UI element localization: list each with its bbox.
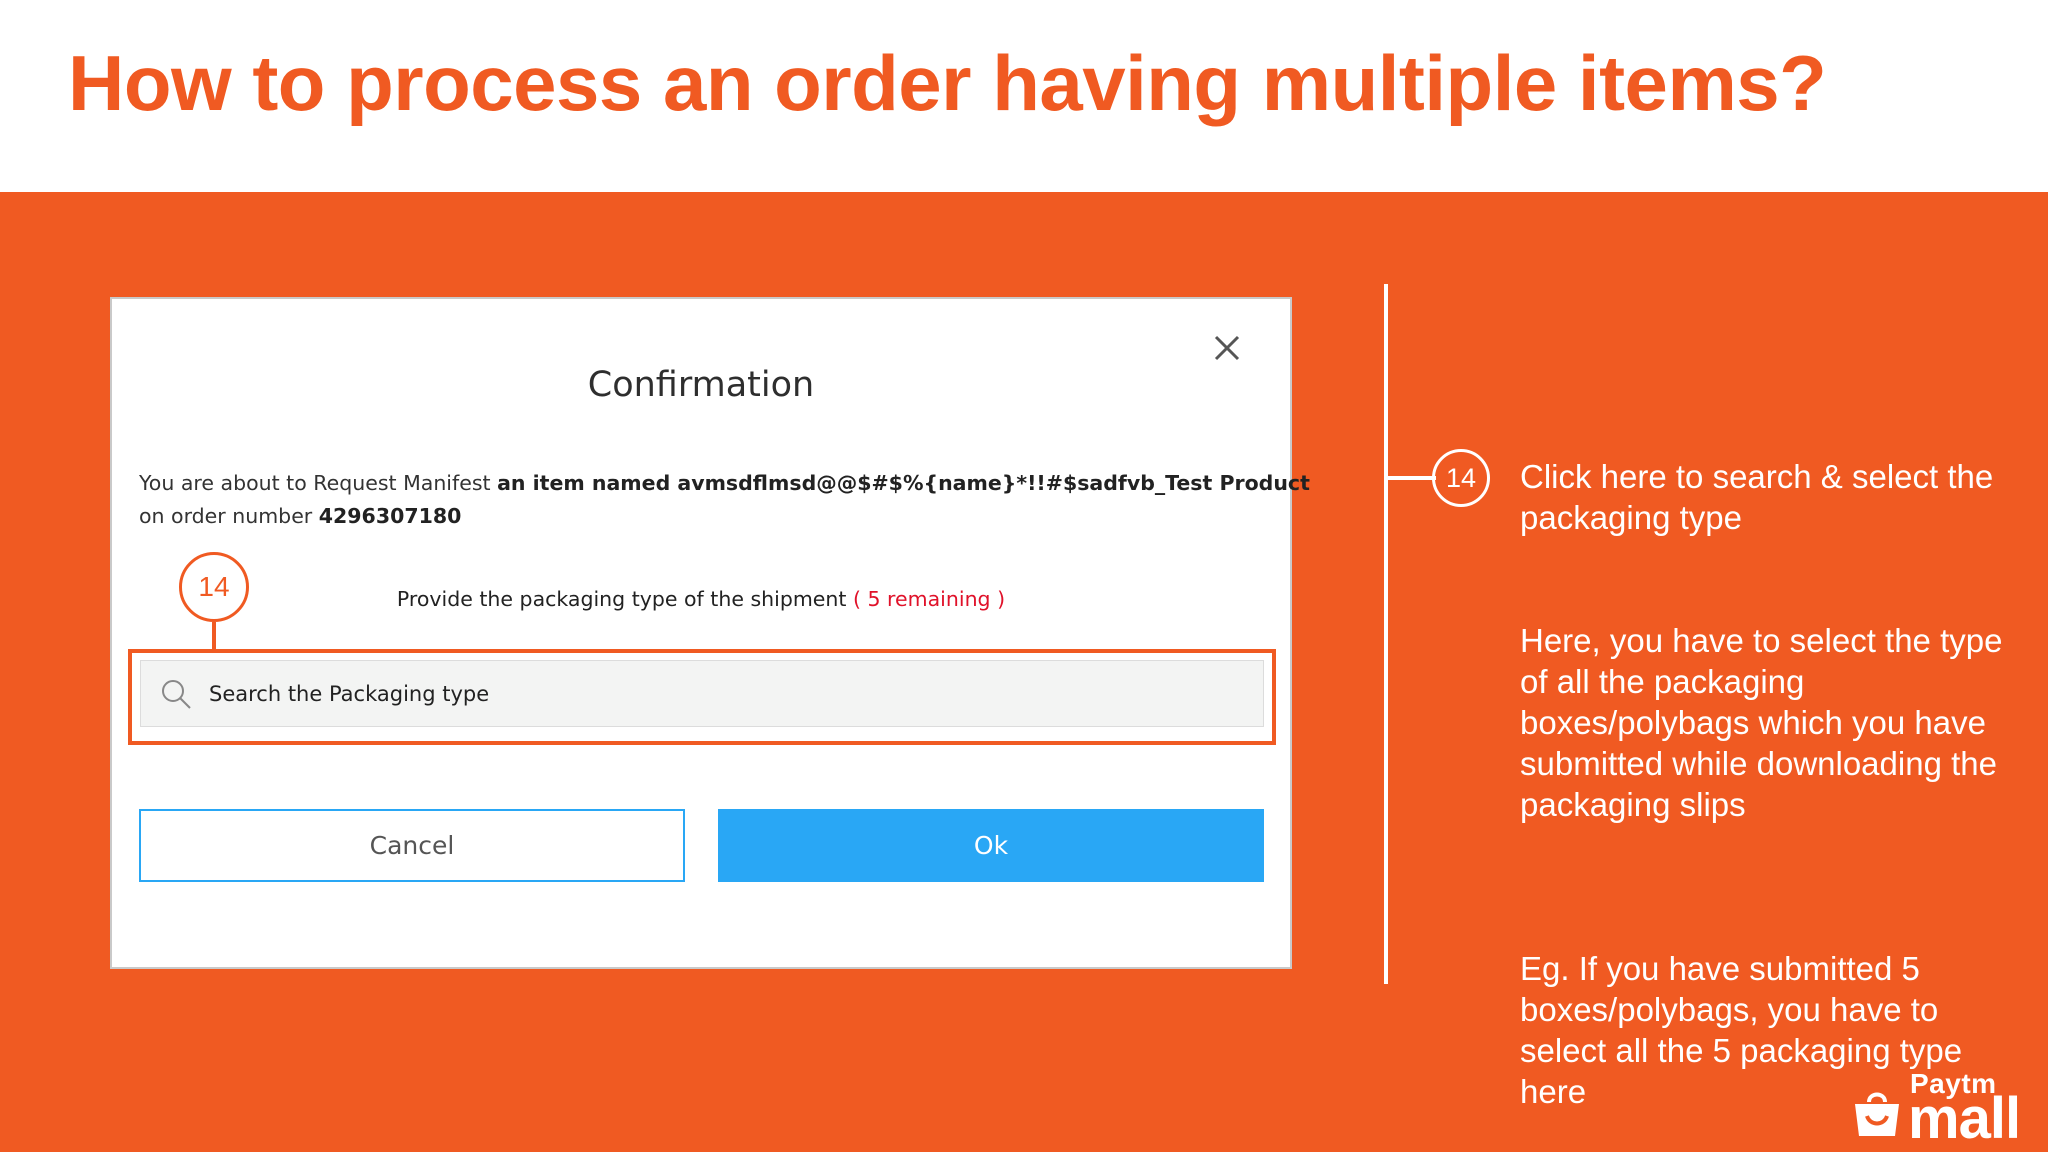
packaging-search-input[interactable]: Search the Packaging type [140,660,1264,727]
search-icon [162,679,191,709]
order-number: 4296307180 [318,504,462,528]
annotation-note-1: Click here to search & select the packag… [1520,458,1994,536]
callout-marker: 14 [179,552,249,622]
slide-title: How to process an order having multiple … [68,39,1827,127]
message-prefix: You are about to Request Manifest [139,471,498,495]
cancel-button[interactable]: Cancel [139,809,685,882]
dialog-message: You are about to Request Manifest an ite… [139,467,1310,533]
message-order-prefix: on order number [139,504,319,528]
logo-text-mall: mall [1908,1086,2021,1151]
message-item-name: an item named avmsdflmsd@@$#$%{name}*!!#… [497,471,1310,495]
remaining-count: ( 5 remaining ) [852,587,1006,611]
paytm-mall-logo: Paytm mall [1852,1068,2032,1148]
confirmation-dialog: Confirmation You are about to Request Ma… [110,297,1310,969]
annotation-vertical-line [1384,284,1388,984]
search-placeholder: Search the Packaging type [209,681,490,706]
annotation-connector [1388,476,1436,480]
step-marker: 14 [1432,449,1490,507]
annotation-note-2: Here, you have to select the type of all… [1520,622,2003,823]
ok-button[interactable]: Ok [718,809,1264,882]
shopping-bag-icon [1855,1092,1899,1136]
packaging-prompt: Provide the packaging type of the shipme… [112,587,1290,611]
dialog-title: Confirmation [587,365,815,405]
packaging-prompt-text: Provide the packaging type of the shipme… [396,587,847,611]
callout-stem [212,622,216,650]
